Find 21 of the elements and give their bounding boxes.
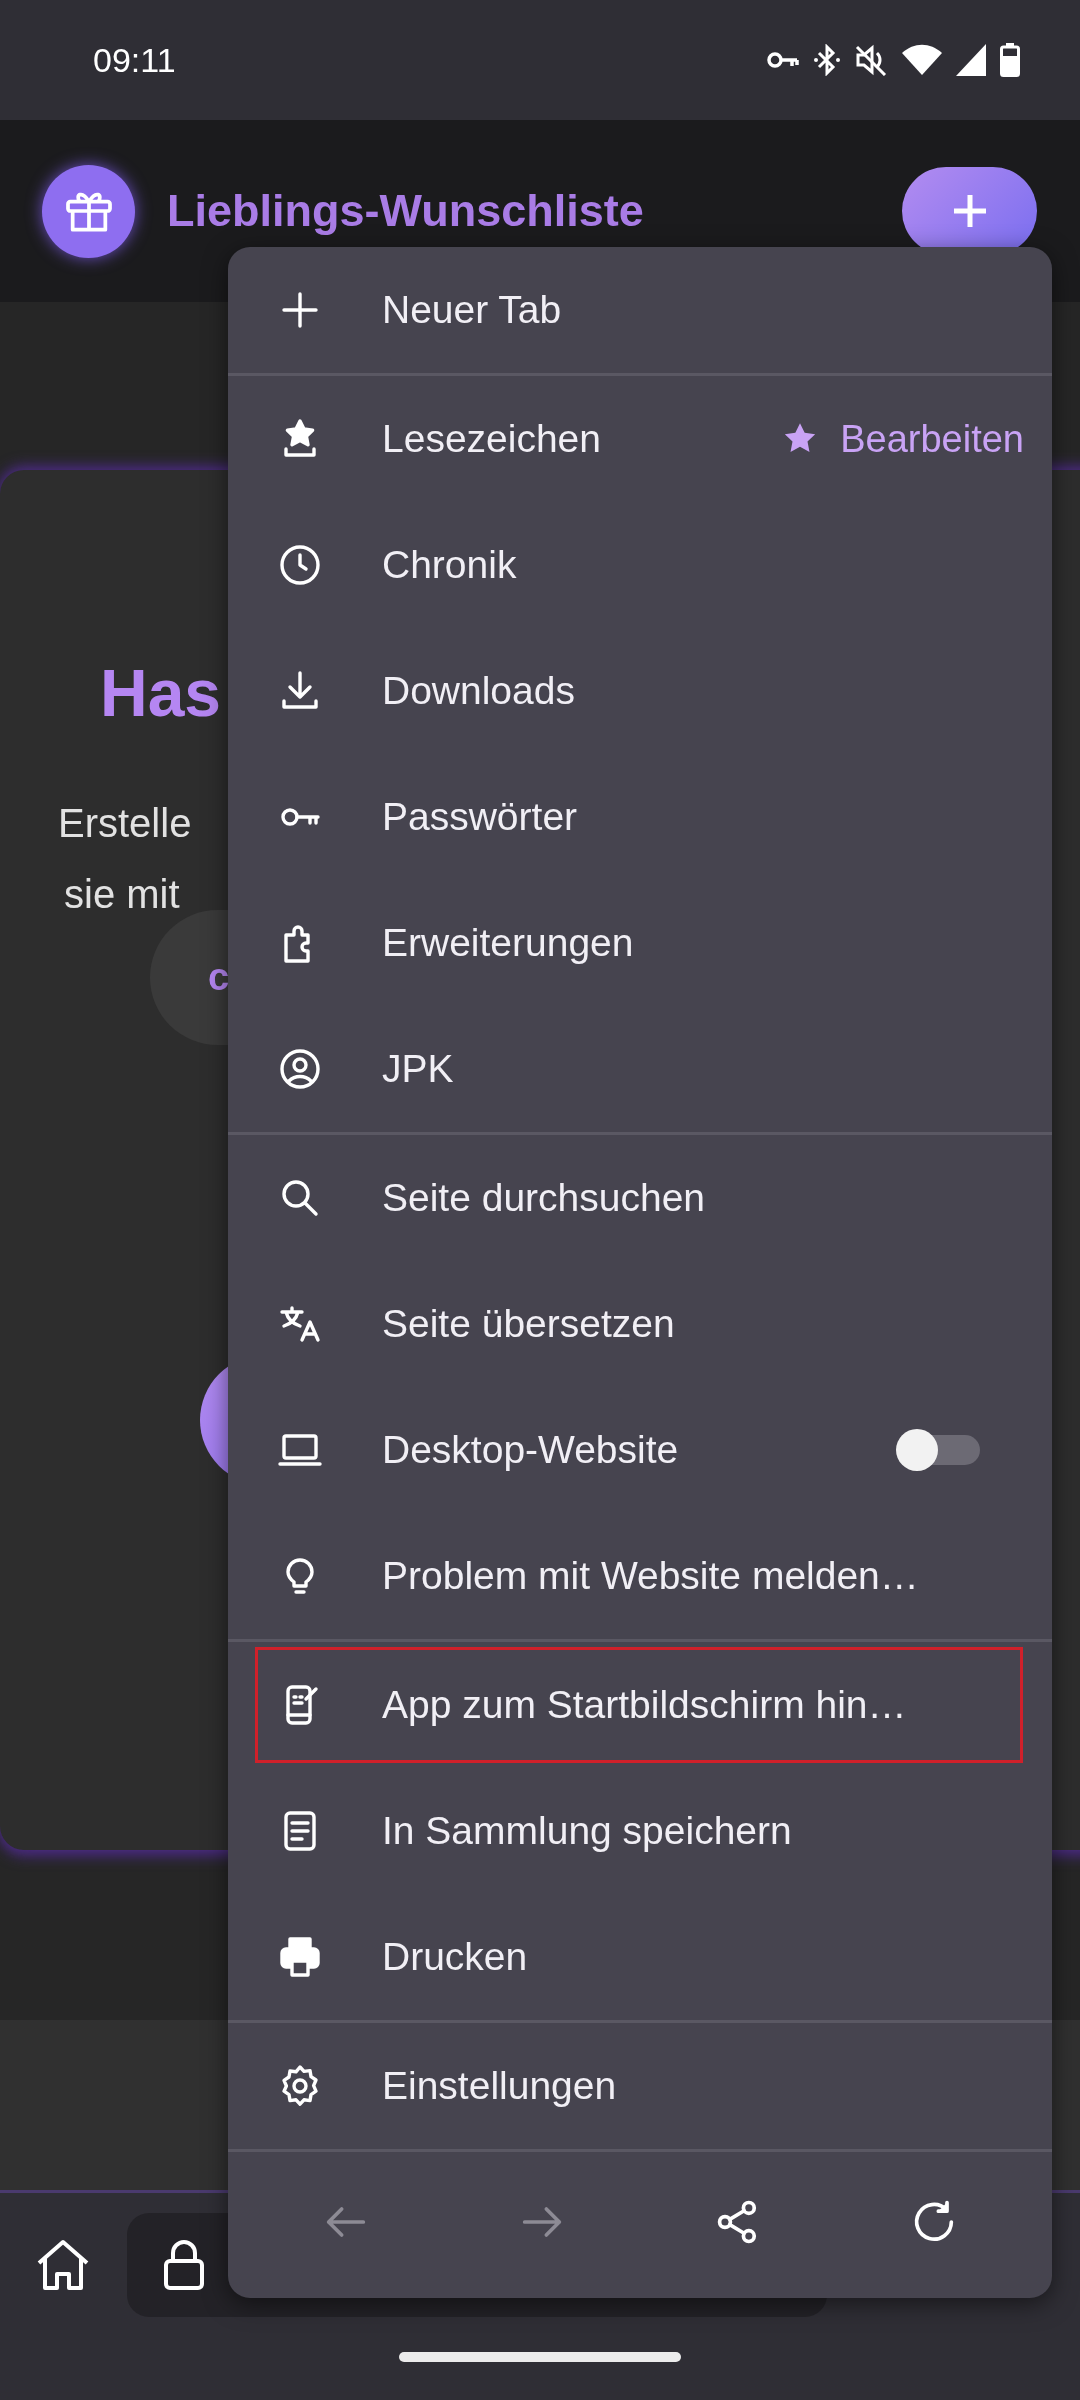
menu-item[interactable]: In Sammlung speichern xyxy=(228,1768,1052,1894)
app-title: Lieblings-Wunschliste xyxy=(167,185,645,237)
menu-item[interactable]: Chronik xyxy=(228,502,1052,628)
menu-item[interactable]: Drucken xyxy=(228,1894,1052,2020)
menu-item[interactable]: Desktop-Website xyxy=(228,1387,1052,1513)
page-heading: Has xyxy=(100,655,223,731)
menu-item[interactable]: Neuer Tab xyxy=(228,247,1052,373)
menu-item[interactable]: Seite übersetzen xyxy=(228,1261,1052,1387)
menu-item[interactable]: Downloads xyxy=(228,628,1052,754)
menu-item[interactable]: Problem mit Website melden… xyxy=(228,1513,1052,1639)
edit-bookmark-link[interactable]: Bearbeiten xyxy=(780,417,1024,461)
intro-text: sie mit xyxy=(64,872,181,917)
menu-item[interactable]: Passwörter xyxy=(228,754,1052,880)
menu-item[interactable]: Seite durchsuchen xyxy=(228,1135,1052,1261)
menu-item[interactable]: App zum Startbildschirm hin… xyxy=(250,1642,1028,1768)
intro-text: Erstelle xyxy=(58,801,193,846)
status-time: 09:11 xyxy=(93,40,176,80)
menu-item[interactable]: Erweiterungen xyxy=(228,880,1052,1006)
menu-item[interactable]: Lesezeichen Bearbeiten xyxy=(228,376,1052,502)
menu-item[interactable]: Einstellungen xyxy=(228,2023,1052,2149)
menu-item[interactable]: JPK xyxy=(228,1006,1052,1132)
